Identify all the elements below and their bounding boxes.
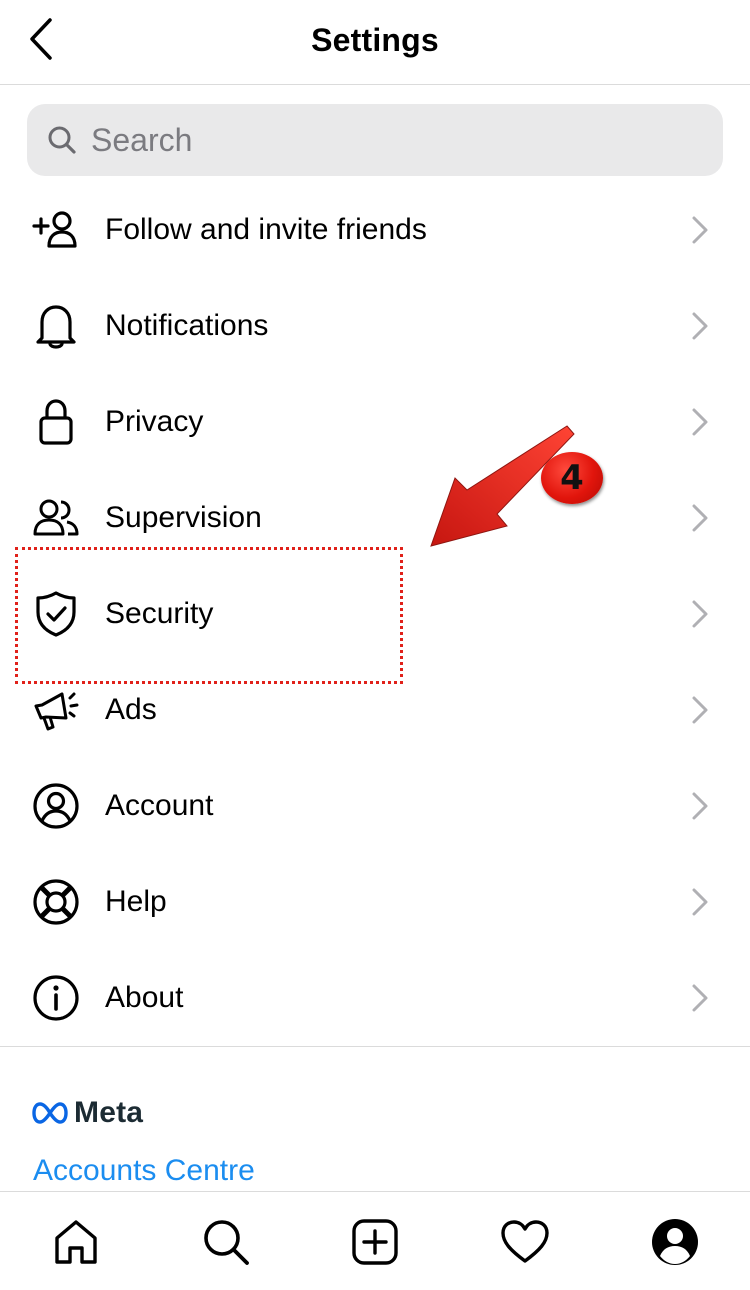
- search-input[interactable]: [91, 121, 691, 159]
- settings-item-label: About: [105, 981, 184, 1014]
- settings-item-label: Privacy: [105, 405, 204, 438]
- home-tab[interactable]: [50, 1216, 102, 1268]
- settings-item-notifications[interactable]: Notifications: [0, 278, 750, 374]
- home-icon: [55, 1220, 97, 1264]
- info-icon: [30, 972, 82, 1024]
- chevron-right-icon: [688, 310, 712, 342]
- settings-screen: Settings Follow and invite friends: [0, 0, 750, 1290]
- settings-item-about[interactable]: About: [0, 950, 750, 1046]
- heart-icon: [501, 1220, 549, 1263]
- settings-item-label: Help: [105, 885, 167, 918]
- megaphone-icon: [30, 684, 82, 736]
- lifebuoy-icon: [30, 876, 82, 928]
- settings-item-label: Follow and invite friends: [105, 213, 427, 246]
- lock-icon: [30, 396, 82, 448]
- add-user-icon: [30, 204, 82, 256]
- settings-item-account[interactable]: Account: [0, 758, 750, 854]
- meta-logo: Meta: [32, 1096, 143, 1130]
- search-icon: [45, 123, 79, 157]
- search-bar[interactable]: [27, 104, 723, 176]
- settings-item-label: Ads: [105, 693, 157, 726]
- meta-logo-text: Meta: [74, 1096, 144, 1129]
- create-icon: [352, 1219, 398, 1265]
- settings-item-follow-invite[interactable]: Follow and invite friends: [0, 182, 750, 278]
- chevron-right-icon: [688, 214, 712, 246]
- bottom-tab-bar: [0, 1191, 750, 1290]
- page-title: Settings: [311, 22, 439, 58]
- security-highlight-box: [15, 547, 403, 684]
- search-tab[interactable]: [200, 1216, 252, 1268]
- settings-item-label: Notifications: [105, 309, 269, 342]
- activity-tab[interactable]: [499, 1216, 551, 1268]
- search-icon: [204, 1220, 249, 1265]
- settings-item-help[interactable]: Help: [0, 854, 750, 950]
- settings-item-label: Account: [105, 789, 214, 822]
- people-icon: [30, 492, 82, 544]
- chevron-right-icon: [688, 598, 712, 630]
- meta-infinity-icon: [32, 1102, 68, 1124]
- accounts-centre-link[interactable]: Accounts Centre: [33, 1154, 255, 1188]
- chevron-right-icon: [688, 502, 712, 534]
- profile-icon: [652, 1219, 698, 1265]
- profile-tab[interactable]: [649, 1216, 701, 1268]
- chevron-right-icon: [688, 886, 712, 918]
- bell-icon: [30, 300, 82, 352]
- step-number-badge: 4: [541, 452, 603, 504]
- header-bar: Settings: [0, 0, 750, 85]
- settings-item-label: Supervision: [105, 501, 262, 534]
- user-circle-icon: [30, 780, 82, 832]
- settings-item-privacy[interactable]: Privacy: [0, 374, 750, 470]
- section-divider: [0, 1046, 750, 1047]
- create-tab[interactable]: [349, 1216, 401, 1268]
- chevron-right-icon: [688, 694, 712, 726]
- chevron-right-icon: [688, 982, 712, 1014]
- chevron-right-icon: [688, 790, 712, 822]
- chevron-right-icon: [688, 406, 712, 438]
